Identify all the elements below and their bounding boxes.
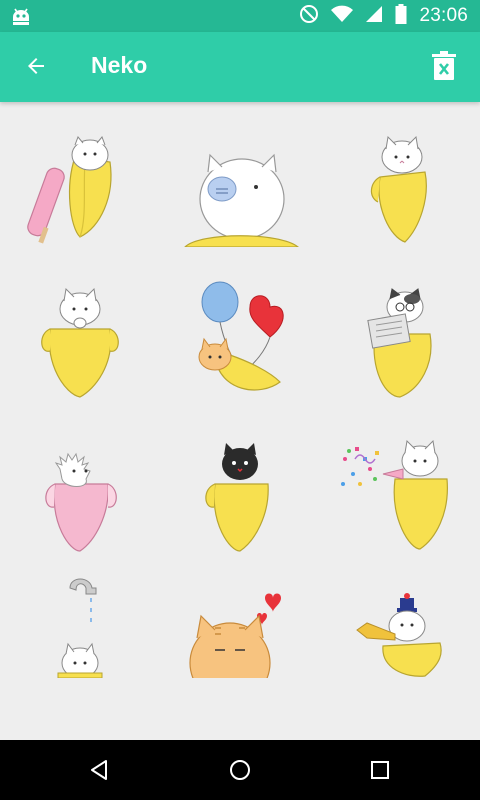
recents-square-icon xyxy=(371,761,389,779)
arrow-back-icon xyxy=(28,58,44,74)
sticker-cat-confetti-banana[interactable] xyxy=(320,416,480,566)
nav-recents-button[interactable] xyxy=(360,750,400,790)
status-time: 23:06 xyxy=(419,5,468,26)
sticker-orange-cat-balloons-banana[interactable] xyxy=(160,264,320,414)
sticker-cat-faucet-banana[interactable] xyxy=(0,568,160,678)
delete-button[interactable] xyxy=(422,44,466,88)
sticker-orange-tabby-hearts-banana[interactable] xyxy=(160,568,320,678)
nav-back-button[interactable] xyxy=(79,750,119,790)
back-triangle-icon xyxy=(91,760,107,780)
delete-icon xyxy=(432,51,456,80)
sticker-cat-popsicle-banana[interactable] xyxy=(0,112,160,262)
wifi-icon xyxy=(331,5,354,27)
nav-home-button[interactable] xyxy=(220,750,260,790)
home-circle-icon xyxy=(230,760,250,780)
do-not-disturb-icon xyxy=(299,4,319,28)
sticker-white-cat-banana[interactable] xyxy=(320,112,480,262)
navigation-bar xyxy=(0,740,480,800)
status-bar: 23:06 xyxy=(0,0,480,32)
sticker-grid xyxy=(0,102,480,740)
sticker-big-cat-banana[interactable] xyxy=(160,112,320,262)
cell-signal-icon xyxy=(365,5,383,27)
app-bar: Neko xyxy=(0,32,480,102)
page-title: Neko xyxy=(91,52,148,78)
sticker-black-cat-banana[interactable] xyxy=(160,416,320,566)
battery-icon xyxy=(395,4,407,28)
android-debug-icon xyxy=(10,5,32,27)
back-button[interactable] xyxy=(14,44,58,88)
sticker-fluffy-cat-pink-banana[interactable] xyxy=(0,416,160,566)
sticker-cat-trumpet-banana[interactable] xyxy=(320,568,480,678)
sticker-calico-cat-newspaper-banana[interactable] xyxy=(320,264,480,414)
sticker-cat-praying-banana[interactable] xyxy=(0,264,160,414)
